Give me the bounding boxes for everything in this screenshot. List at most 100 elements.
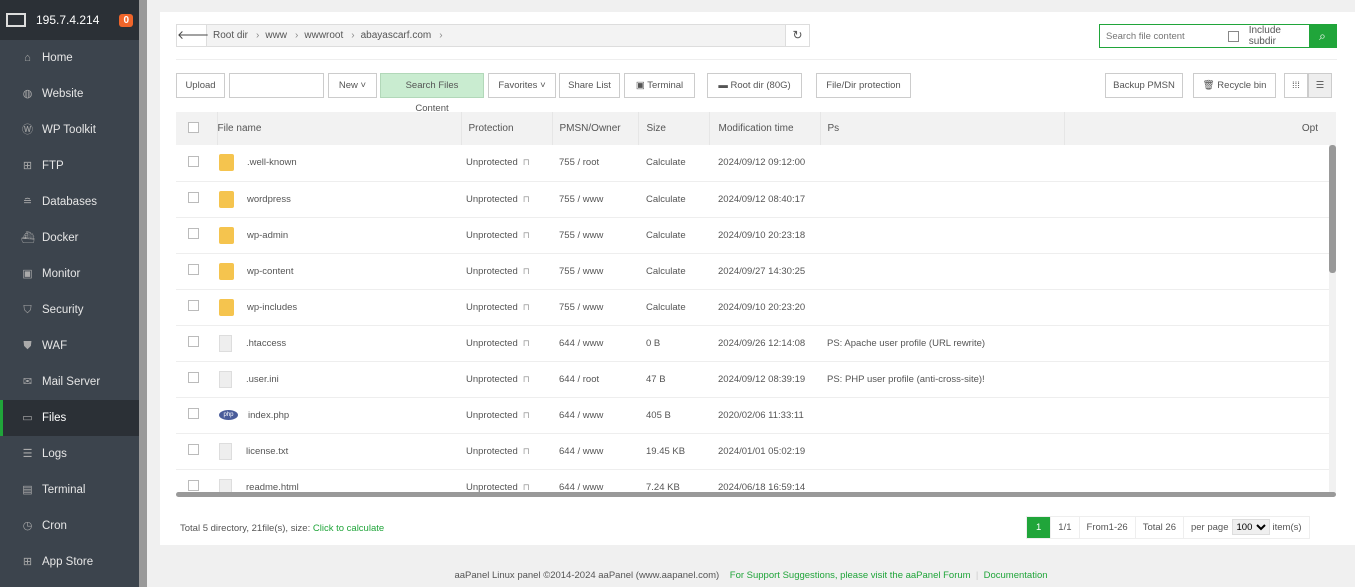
sidebar-item-ftp[interactable]: ⊞ FTP [0,148,139,184]
file-name[interactable]: readme.html [246,482,299,493]
table-row[interactable]: license.txt Unprotected ⊓ 644 / www 19.45… [176,433,1336,470]
unlock-icon[interactable]: ⊓ [523,302,530,312]
select-all-checkbox[interactable] [188,121,199,133]
sidebar-scrollbar[interactable] [139,0,147,587]
table-row[interactable]: .htaccess Unprotected ⊓ 644 / www 0 B 202… [176,325,1336,362]
table-row[interactable]: wp-content Unprotected ⊓ 755 / www Calcul… [176,253,1336,290]
protection-cell[interactable]: Unprotected ⊓ [461,361,552,398]
file-name-cell[interactable]: wp-includes [217,289,461,326]
pmsn-cell[interactable]: 755 / www [552,181,638,218]
row-checkbox[interactable] [188,336,199,347]
sidebar-item-terminal[interactable]: ▤ Terminal [0,472,139,508]
sidebar-item-logs[interactable]: ☰ Logs [0,436,139,472]
support-link[interactable]: For Support Suggestions, please visit th… [730,570,971,581]
protection-cell[interactable]: Unprotected ⊓ [461,325,552,362]
sidebar-item-home[interactable]: ⌂ Home [0,40,139,76]
size-cell[interactable]: Calculate [638,289,709,326]
file-name[interactable]: license.txt [246,446,288,457]
file-name-cell[interactable]: php index.php [217,397,461,434]
ps-cell[interactable] [820,289,1336,326]
ps-cell[interactable] [820,397,1336,434]
size-cell[interactable]: Calculate [638,145,709,182]
unlock-icon[interactable]: ⊓ [523,230,530,240]
file-name-cell[interactable]: license.txt [217,433,461,470]
size-cell[interactable]: Calculate [638,217,709,254]
size-cell[interactable]: 0 B [638,325,709,362]
unlock-icon[interactable]: ⊓ [523,374,530,384]
sidebar-item-monitor[interactable]: ▣ Monitor [0,256,139,292]
row-checkbox[interactable] [188,408,199,419]
unlock-icon[interactable]: ⊓ [523,482,530,492]
table-row[interactable]: wordpress Unprotected ⊓ 755 / www Calcula… [176,181,1336,218]
pmsn-cell[interactable]: 644 / www [552,433,638,470]
row-checkbox[interactable] [188,300,199,311]
horizontal-scrollbar[interactable] [176,492,1336,497]
size-cell[interactable]: 19.45 KB [638,433,709,470]
ps-cell[interactable] [820,433,1336,470]
file-name-cell[interactable]: .user.ini [217,361,461,398]
sidebar-item-security[interactable]: ⛉ Security [0,292,139,328]
size-cell[interactable]: Calculate [638,253,709,290]
table-row[interactable]: .user.ini Unprotected ⊓ 644 / root 47 B 2… [176,361,1336,398]
file-name-cell[interactable]: wordpress [217,181,461,218]
pmsn-cell[interactable]: 644 / root [552,361,638,398]
documentation-link[interactable]: Documentation [984,570,1048,581]
sidebar-item-cron[interactable]: ◷ Cron [0,508,139,544]
row-checkbox[interactable] [188,192,199,203]
ps-cell[interactable] [820,217,1336,254]
ps-cell[interactable] [820,253,1336,290]
file-name[interactable]: wp-admin [247,230,288,241]
col-protection[interactable]: Protection [461,112,553,145]
protection-cell[interactable]: Unprotected ⊓ [461,145,552,182]
file-name-cell[interactable]: .htaccess [217,325,461,362]
table-row[interactable]: wp-includes Unprotected ⊓ 755 / www Calcu… [176,289,1336,326]
sidebar-item-databases[interactable]: ≘ Databases [0,184,139,220]
pmsn-cell[interactable]: 644 / www [552,325,638,362]
ps-cell[interactable] [820,145,1336,182]
unlock-icon[interactable]: ⊓ [523,446,530,456]
notification-badge[interactable]: 0 [119,13,133,27]
unlock-icon[interactable]: ⊓ [523,410,530,420]
pmsn-cell[interactable]: 755 / www [552,253,638,290]
protection-cell[interactable]: Unprotected ⊓ [461,217,552,254]
size-cell[interactable]: 405 B [638,397,709,434]
file-name[interactable]: wp-content [247,266,293,277]
file-name-cell[interactable]: .well-known [217,145,461,182]
col-pmsn[interactable]: PMSN/Owner [552,112,639,145]
row-checkbox[interactable] [188,155,199,167]
sidebar-item-waf[interactable]: ⛊ WAF [0,328,139,364]
ps-cell[interactable]: PS: PHP user profile (anti-cross-site)! [820,361,1336,398]
table-row[interactable]: php index.php Unprotected ⊓ 644 / www 405 … [176,397,1336,434]
pmsn-cell[interactable]: 644 / www [552,397,638,434]
file-name-cell[interactable]: wp-admin [217,217,461,254]
sidebar-item-app-store[interactable]: ⊞ App Store [0,544,139,580]
pmsn-cell[interactable]: 755 / www [552,289,638,326]
row-checkbox[interactable] [188,228,199,239]
table-row[interactable]: wp-admin Unprotected ⊓ 755 / www Calculat… [176,217,1336,254]
table-row[interactable]: .well-known Unprotected ⊓ 755 / root Calc… [176,145,1336,182]
sidebar-item-docker[interactable]: ⛴ Docker [0,220,139,256]
unlock-icon[interactable]: ⊓ [523,266,530,276]
per-page-select[interactable]: 100 [1231,519,1270,535]
row-checkbox[interactable] [188,264,199,275]
col-file-name[interactable]: File name [217,112,462,145]
protection-cell[interactable]: Unprotected ⊓ [461,181,552,218]
ps-cell[interactable]: PS: Apache user profile (URL rewrite) [820,325,1336,362]
file-name[interactable]: index.php [248,410,289,421]
protection-cell[interactable]: Unprotected ⊓ [461,253,552,290]
col-size[interactable]: Size [638,112,710,145]
sidebar-item-files[interactable]: ▭ Files [0,400,139,436]
file-name[interactable]: wp-includes [247,302,297,313]
page-current[interactable]: 1 [1027,517,1052,538]
size-cell[interactable]: Calculate [638,181,709,218]
sidebar-item-mail-server[interactable]: ✉ Mail Server [0,364,139,400]
size-cell[interactable]: 47 B [638,361,709,398]
sidebar-item-wp-toolkit[interactable]: Ⓦ WP Toolkit [0,112,139,148]
unlock-icon[interactable]: ⊓ [523,157,530,167]
unlock-icon[interactable]: ⊓ [523,338,530,348]
ps-cell[interactable] [820,181,1336,218]
row-checkbox[interactable] [188,444,199,455]
file-name[interactable]: .well-known [247,157,297,168]
sidebar-item-website[interactable]: ◍ Website [0,76,139,112]
protection-cell[interactable]: Unprotected ⊓ [461,397,552,434]
